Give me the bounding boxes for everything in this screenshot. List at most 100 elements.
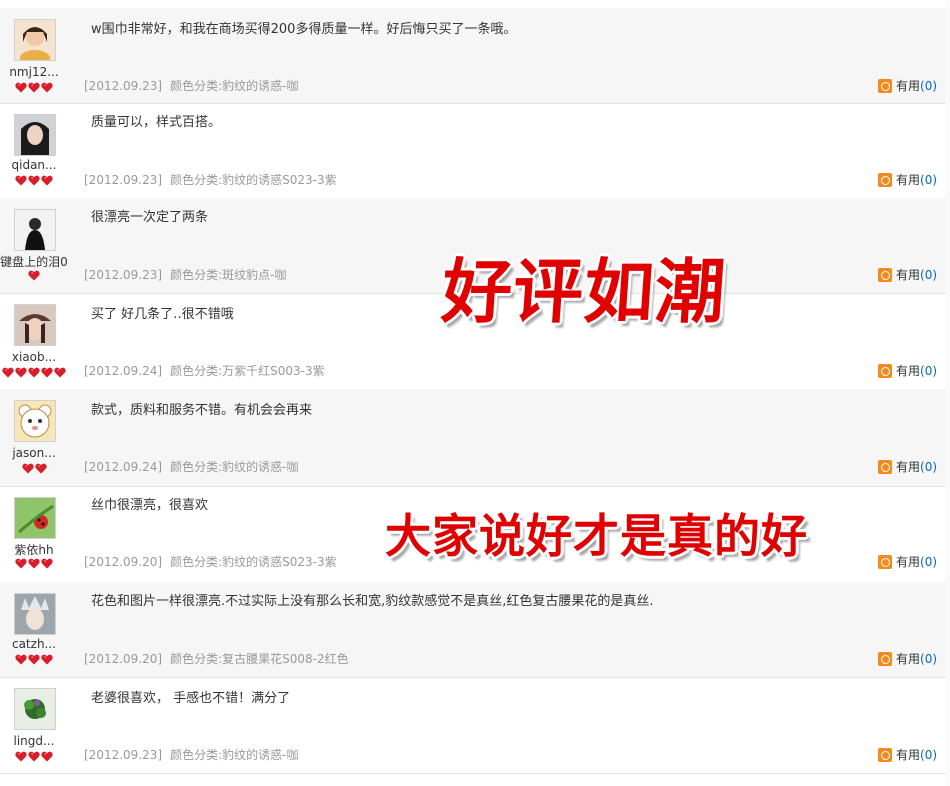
user-avatar[interactable]	[14, 593, 56, 635]
review-date: [2012.09.20]	[84, 555, 163, 569]
username[interactable]: 键盘上的泪0	[0, 253, 68, 270]
user-avatar[interactable]	[14, 688, 56, 730]
heart-icon	[15, 751, 27, 762]
girl-with-bear-avatar	[15, 20, 55, 60]
heart-icon	[15, 558, 27, 569]
buyer-level-hearts	[0, 367, 68, 379]
username[interactable]: catzh...	[0, 637, 68, 651]
buyer-level-hearts	[0, 751, 68, 763]
color-variant: 颜色分类:复古腰果花S008-2红色	[170, 652, 349, 666]
heart-icon	[28, 654, 40, 665]
useful-label: 有用	[896, 748, 921, 762]
heart-icon	[41, 175, 53, 186]
review-date: [2012.09.23]	[84, 748, 163, 762]
review-meta: [2012.09.24] 颜色分类:豹纹的诱惑-咖	[84, 458, 298, 475]
review-text: 老婆很喜欢， 手感也不错！满分了	[91, 691, 291, 706]
heart-icon	[34, 463, 47, 474]
useful-label: 有用	[896, 555, 921, 569]
review-meta: [2012.09.24] 颜色分类:万紫千红S003-3紫	[84, 362, 325, 379]
useful-label: 有用	[896, 173, 921, 187]
useful-count[interactable]: (0)	[920, 555, 937, 569]
color-variant: 颜色分类:豹纹的诱惑S023-3紫	[170, 173, 337, 187]
review-meta: [2012.09.23] 颜色分类:豹纹的诱惑S023-3紫	[84, 171, 337, 188]
useful-button[interactable]: 有用(0)	[878, 746, 937, 763]
thumbs-up-icon	[878, 555, 892, 569]
review-meta: [2012.09.23] 颜色分类:斑纹豹点-咖	[84, 266, 286, 283]
review-row: nmj12... w围巾非常好，和我在商场买得200多得质量一样。好后悔只买了一…	[0, 8, 945, 104]
review-meta: [2012.09.23] 颜色分类:豹纹的诱惑-咖	[84, 77, 298, 94]
user-avatar[interactable]	[14, 114, 56, 156]
heart-icon	[15, 175, 27, 186]
review-meta: [2012.09.23] 颜色分类:豹纹的诱惑-咖	[84, 746, 298, 763]
useful-label: 有用	[896, 268, 921, 282]
thumbs-up-icon	[878, 652, 892, 666]
username[interactable]: lingd...	[0, 734, 68, 748]
heart-icon	[41, 558, 53, 569]
heart-icon	[28, 175, 40, 186]
useful-count[interactable]: (0)	[920, 364, 937, 378]
useful-button[interactable]: 有用(0)	[878, 362, 937, 379]
heart-icon	[28, 270, 40, 281]
review-text: 很漂亮一次定了两条	[91, 210, 209, 225]
heart-icon	[54, 367, 66, 378]
useful-count[interactable]: (0)	[920, 748, 937, 762]
thumbs-up-icon	[878, 79, 892, 93]
review-text: 质量可以，样式百搭。	[91, 115, 222, 130]
useful-button[interactable]: 有用(0)	[878, 553, 937, 570]
user-avatar[interactable]	[14, 304, 56, 346]
useful-count[interactable]: (0)	[920, 79, 937, 93]
username[interactable]: 紫依hh	[0, 541, 68, 558]
review-row: jason... 款式，质料和服务不错。有机会会再来 [2012.09.24] 颜…	[0, 389, 945, 487]
user-avatar[interactable]	[14, 209, 56, 251]
review-row: catzh... 花色和图片一样很漂亮.不过实际上没有那么长和宽,豹纹款感觉不是…	[0, 582, 945, 678]
heart-icon	[28, 751, 40, 762]
color-variant: 颜色分类:斑纹豹点-咖	[170, 268, 287, 282]
color-variant: 颜色分类:豹纹的诱惑-咖	[170, 460, 299, 474]
review-date: [2012.09.23]	[84, 79, 163, 93]
user-avatar[interactable]	[14, 497, 56, 539]
useful-label: 有用	[896, 364, 921, 378]
woman-in-black-avatar	[15, 210, 55, 250]
useful-label: 有用	[896, 79, 921, 93]
username[interactable]: jason...	[0, 446, 68, 460]
color-variant: 颜色分类:豹纹的诱惑-咖	[170, 79, 299, 93]
useful-count[interactable]: (0)	[920, 268, 937, 282]
user-avatar[interactable]	[14, 19, 56, 61]
useful-count[interactable]: (0)	[920, 460, 937, 474]
useful-count[interactable]: (0)	[920, 652, 937, 666]
useful-button[interactable]: 有用(0)	[878, 650, 937, 667]
heart-icon	[41, 751, 53, 762]
useful-button[interactable]: 有用(0)	[878, 77, 937, 94]
buyer-level-hearts	[0, 175, 68, 187]
username[interactable]: xiaob...	[0, 350, 68, 364]
useful-label: 有用	[896, 460, 921, 474]
heart-icon	[15, 82, 27, 93]
username[interactable]: qidan...	[0, 158, 68, 172]
review-row: qidan... 质量可以，样式百搭。 [2012.09.23] 颜色分类:豹纹的…	[0, 103, 945, 199]
heart-icon	[2, 367, 14, 378]
username[interactable]: nmj12...	[0, 65, 68, 79]
ladybug-avatar	[15, 498, 55, 538]
review-date: [2012.09.23]	[84, 173, 163, 187]
review-text: 花色和图片一样很漂亮.不过实际上没有那么长和宽,豹纹款感觉不是真丝,红色复古腰果…	[91, 594, 654, 609]
useful-button[interactable]: 有用(0)	[878, 458, 937, 475]
review-meta: [2012.09.20] 颜色分类:复古腰果花S008-2红色	[84, 650, 349, 667]
useful-count[interactable]: (0)	[920, 173, 937, 187]
user-avatar[interactable]	[14, 400, 56, 442]
review-date: [2012.09.23]	[84, 268, 163, 282]
plant-photo-avatar	[15, 689, 55, 729]
heart-icon	[41, 82, 53, 93]
buyer-level-hearts	[0, 558, 68, 570]
thumbs-up-icon	[878, 460, 892, 474]
banner-everyone-says-good: 大家说好才是真的好	[385, 509, 808, 563]
heart-icon	[41, 367, 53, 378]
dark-hair-girl-avatar	[15, 115, 55, 155]
review-date: [2012.09.20]	[84, 652, 163, 666]
review-meta: [2012.09.20] 颜色分类:豹纹的诱惑S023-3紫	[84, 553, 337, 570]
heart-icon	[15, 654, 27, 665]
review-text: w围巾非常好，和我在商场买得200多得质量一样。好后悔只买了一条哦。	[91, 22, 517, 37]
useful-button[interactable]: 有用(0)	[878, 171, 937, 188]
heart-icon	[15, 367, 27, 378]
useful-button[interactable]: 有用(0)	[878, 266, 937, 283]
color-variant: 颜色分类:豹纹的诱惑-咖	[170, 748, 299, 762]
